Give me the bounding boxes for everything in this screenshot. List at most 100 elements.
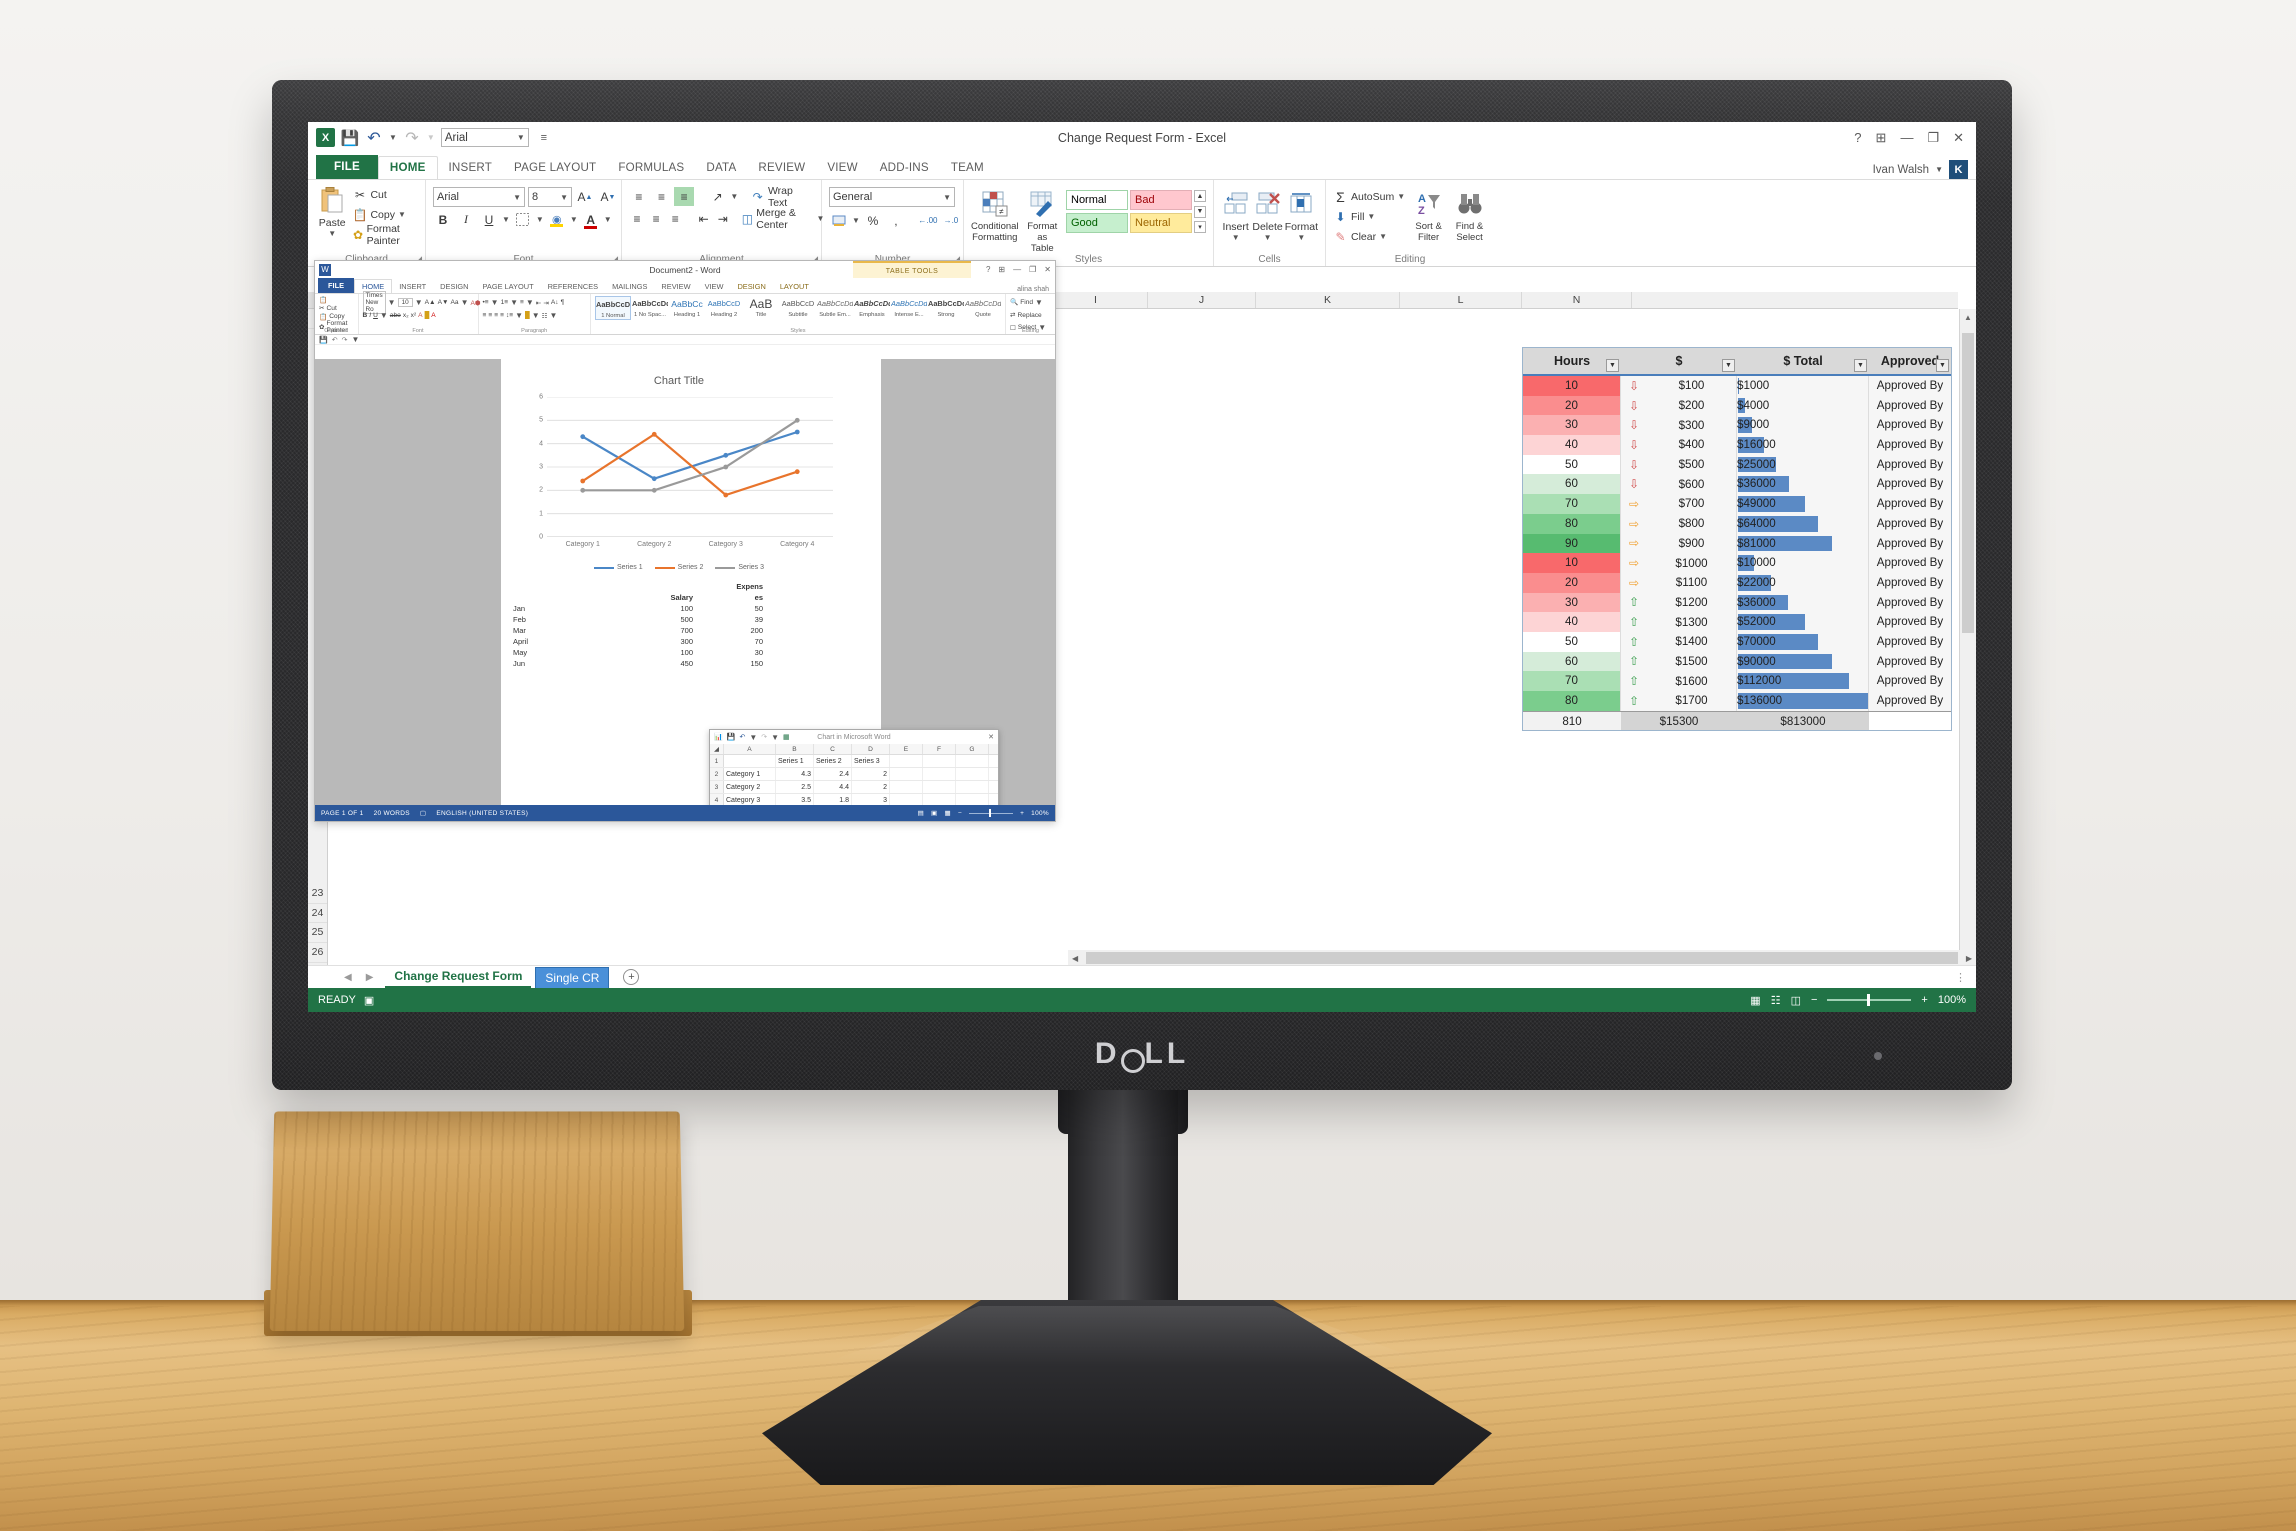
word-tab-page-layout[interactable]: PAGE LAYOUT: [476, 280, 541, 293]
chevron-down-icon[interactable]: ▼: [560, 193, 568, 202]
cell-hours[interactable]: 30: [1523, 415, 1621, 436]
table-row[interactable]: 60 ⇧ $1500 $90000 Approved By: [1523, 651, 1951, 672]
cell-dollar[interactable]: ⇧ $1200: [1621, 592, 1737, 613]
word-tab-insert[interactable]: INSERT: [392, 280, 433, 293]
embedded-corner[interactable]: ◢: [710, 744, 724, 754]
embedded-row[interactable]: 4 Category 3 3.5 1.8 3: [710, 794, 998, 805]
word-italic-button[interactable]: I: [369, 312, 371, 319]
embedded-column-headers[interactable]: ◢ A B C D E F G: [710, 744, 998, 755]
embedded-cell[interactable]: Category 2: [724, 781, 776, 793]
embedded-row[interactable]: 2 Category 1 4.3 2.4 2: [710, 768, 998, 781]
embedded-cell[interactable]: [923, 794, 956, 805]
embedded-cell[interactable]: [890, 794, 923, 805]
cell-dollar-total[interactable]: $136000: [1737, 691, 1869, 711]
cell-dollar-total[interactable]: $36000: [1737, 474, 1869, 495]
cell-dollar-total[interactable]: $81000: [1737, 533, 1869, 554]
word-tab-tt-layout[interactable]: LAYOUT: [773, 280, 816, 293]
column-header-N[interactable]: N: [1522, 292, 1632, 308]
cell-hours[interactable]: 10: [1523, 376, 1621, 396]
cell-approved[interactable]: Approved By: [1869, 671, 1951, 691]
word-style-5[interactable]: AaBbCcD Subtitle: [780, 296, 816, 320]
embedded-cell[interactable]: 1.8: [814, 794, 852, 805]
cell-dollar[interactable]: ⇩ $400: [1621, 435, 1737, 455]
decrease-decimal-button[interactable]: →.0: [941, 211, 961, 230]
cell-dollar[interactable]: ⇩ $300: [1621, 415, 1737, 436]
cell-dollar[interactable]: ⇧ $1300: [1621, 612, 1737, 632]
vertical-scrollbar[interactable]: ▲ ▼: [1959, 309, 1976, 966]
word-style-0[interactable]: AaBbCcDd 1 Normal: [594, 296, 631, 320]
filter-icon-total[interactable]: ▼: [1854, 359, 1867, 372]
cell-hours[interactable]: 70: [1523, 671, 1621, 691]
cell-hours[interactable]: 80: [1523, 691, 1621, 711]
autosum-dropdown-icon[interactable]: ▼: [1397, 192, 1405, 201]
cell-hours[interactable]: 40: [1523, 435, 1621, 455]
word-shading-icon[interactable]: █: [525, 312, 530, 319]
embedded-cell[interactable]: Series 3: [852, 755, 890, 767]
sheet-nav-arrows[interactable]: ◀ ▶: [344, 972, 373, 983]
sort-filter-button[interactable]: AZ Sort & Filter: [1411, 187, 1446, 243]
word-tab-design[interactable]: DESIGN: [433, 280, 475, 293]
font-family-select[interactable]: Arial ▼: [433, 187, 525, 207]
embedded-cell[interactable]: 3.5: [776, 794, 814, 805]
cell-approved[interactable]: Approved By: [1869, 612, 1951, 632]
cell-dollar[interactable]: ⇨ $800: [1621, 513, 1737, 534]
cell-dollar[interactable]: ⇩ $600: [1621, 474, 1737, 495]
filter-icon-dollar[interactable]: ▼: [1722, 359, 1735, 372]
cell-dollar-total[interactable]: $1000: [1737, 376, 1869, 396]
insert-dropdown-icon[interactable]: ▼: [1232, 233, 1240, 242]
cell-hours[interactable]: 10: [1523, 553, 1621, 573]
format-cells-button[interactable]: Format ▼: [1285, 187, 1318, 242]
cell-approved[interactable]: Approved By: [1869, 474, 1951, 495]
scroll-up-icon[interactable]: ▲: [1960, 309, 1976, 326]
cell-approved[interactable]: Approved By: [1869, 631, 1951, 652]
table-row[interactable]: 50 ⇩ $500 $25000 Approved By: [1523, 454, 1951, 475]
paste-button[interactable]: Paste ▼: [315, 183, 349, 238]
cell-dollar-total[interactable]: $49000: [1737, 494, 1869, 514]
cell-styles-gallery[interactable]: Normal Good Bad Neutral ▲ ▼ ▾: [1066, 187, 1206, 233]
tab-insert[interactable]: INSERT: [438, 157, 504, 179]
borders-dropdown-icon[interactable]: ▼: [536, 215, 544, 224]
table-row[interactable]: 10 ⇩ $100 $1000 Approved By: [1523, 376, 1951, 396]
embedded-cell[interactable]: [923, 768, 956, 780]
word-user-name[interactable]: alina shah: [1017, 286, 1055, 293]
view-page-break-icon[interactable]: ◫: [1791, 994, 1801, 1007]
embedded-cell[interactable]: 4.3: [776, 768, 814, 780]
tab-view[interactable]: VIEW: [816, 157, 868, 179]
word-multilevel-icon[interactable]: ≡: [520, 299, 524, 306]
cell-dollar-total[interactable]: $16000: [1737, 435, 1869, 455]
chevron-down-icon[interactable]: ▼: [513, 193, 521, 202]
underline-button[interactable]: U: [479, 210, 499, 229]
filter-icon-approved[interactable]: ▼: [1936, 359, 1949, 372]
cell-style-neutral[interactable]: Neutral: [1130, 213, 1192, 233]
cell-dollar[interactable]: ⇩ $100: [1621, 376, 1737, 396]
change-request-table[interactable]: Hours ▼ $ ▼ $ Total ▼ Approved ▼ 10 ⇩ $100 $100…: [1522, 347, 1952, 732]
word-undo-icon[interactable]: ↶: [332, 336, 338, 344]
embedded-cell[interactable]: [890, 768, 923, 780]
table-row[interactable]: 40 ⇩ $400 $16000 Approved By: [1523, 435, 1951, 455]
word-decrease-indent-icon[interactable]: ⇤: [536, 299, 542, 307]
word-style-10[interactable]: AaBbCcDd Quote: [965, 296, 1001, 320]
cell-dollar[interactable]: ⇧ $1500: [1621, 651, 1737, 672]
word-tab-references[interactable]: REFERENCES: [541, 280, 606, 293]
status-macro-icon[interactable]: ▣: [364, 994, 374, 1007]
word-tab-tt-design[interactable]: DESIGN: [730, 280, 772, 293]
fill-button[interactable]: ⬇ Fill ▼: [1333, 207, 1405, 226]
user-dropdown-icon[interactable]: ▼: [1935, 165, 1943, 174]
word-close-icon[interactable]: ✕: [1044, 265, 1051, 274]
embedded-row[interactable]: 1 Series 1 Series 2 Series 3: [710, 755, 998, 768]
embedded-cell[interactable]: [923, 781, 956, 793]
tab-page-layout[interactable]: PAGE LAYOUT: [503, 157, 607, 179]
merge-center-button[interactable]: ◫ Merge & Center ▼: [742, 207, 825, 231]
cell-style-bad[interactable]: Bad: [1130, 190, 1192, 210]
embedded-cell[interactable]: 2.5: [776, 781, 814, 793]
scroll-left-icon[interactable]: ◀: [1072, 954, 1078, 963]
delete-dropdown-icon[interactable]: ▼: [1264, 233, 1272, 242]
cut-button[interactable]: ✂ Cut: [352, 185, 418, 204]
zoom-level[interactable]: 100%: [1938, 994, 1966, 1006]
word-strikethrough-button[interactable]: abe: [390, 312, 401, 319]
cell-approved[interactable]: Approved By: [1869, 454, 1951, 475]
delete-cells-button[interactable]: Delete ▼: [1252, 187, 1283, 242]
copy-button[interactable]: 📋 Copy ▼: [352, 205, 418, 224]
cell-style-normal[interactable]: Normal: [1066, 190, 1128, 210]
cell-dollar[interactable]: ⇨ $900: [1621, 533, 1737, 554]
